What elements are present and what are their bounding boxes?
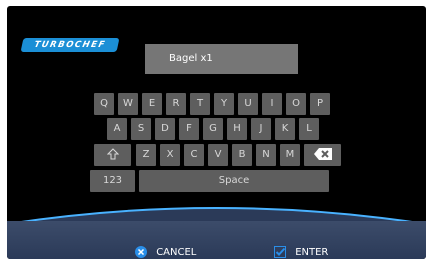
key-k[interactable]: K — [275, 118, 295, 140]
key-s[interactable]: S — [131, 118, 151, 140]
enter-button[interactable]: ENTER — [274, 244, 328, 259]
key-q[interactable]: Q — [94, 93, 114, 115]
key-t[interactable]: T — [190, 93, 210, 115]
key-f[interactable]: F — [179, 118, 199, 140]
key-u[interactable]: U — [238, 93, 258, 115]
key-y[interactable]: Y — [214, 93, 234, 115]
footer-bar — [7, 221, 426, 259]
key-p[interactable]: P — [310, 93, 330, 115]
key-j[interactable]: J — [251, 118, 271, 140]
key-h[interactable]: H — [227, 118, 247, 140]
key-v[interactable]: V — [208, 144, 228, 166]
screen: TURBOCHEF Bagel x1 Q W E R T Y U I O P A… — [7, 6, 426, 259]
key-w[interactable]: W — [118, 93, 138, 115]
cancel-button[interactable]: CANCEL — [135, 244, 196, 259]
key-z[interactable]: Z — [136, 144, 156, 166]
order-text-input[interactable]: Bagel x1 — [145, 44, 298, 74]
key-g[interactable]: G — [203, 118, 223, 140]
input-value: Bagel x1 — [169, 53, 213, 64]
shift-key[interactable] — [94, 144, 131, 166]
numbers-key[interactable]: 123 — [90, 170, 135, 192]
key-r[interactable]: R — [166, 93, 186, 115]
key-a[interactable]: A — [107, 118, 127, 140]
key-b[interactable]: B — [232, 144, 252, 166]
key-n[interactable]: N — [256, 144, 276, 166]
check-icon — [274, 246, 286, 258]
backspace-icon — [313, 148, 332, 160]
shift-icon — [106, 148, 119, 160]
key-l[interactable]: L — [299, 118, 319, 140]
key-e[interactable]: E — [142, 93, 162, 115]
logo-text: TURBOCHEF — [33, 40, 107, 50]
key-c[interactable]: C — [184, 144, 204, 166]
key-m[interactable]: M — [280, 144, 300, 166]
key-i[interactable]: I — [262, 93, 282, 115]
cancel-icon — [135, 246, 147, 258]
key-o[interactable]: O — [286, 93, 306, 115]
turbochef-logo: TURBOCHEF — [20, 38, 120, 52]
backspace-key[interactable] — [304, 144, 341, 166]
space-key[interactable]: Space — [139, 170, 329, 192]
key-d[interactable]: D — [155, 118, 175, 140]
key-x[interactable]: X — [160, 144, 180, 166]
